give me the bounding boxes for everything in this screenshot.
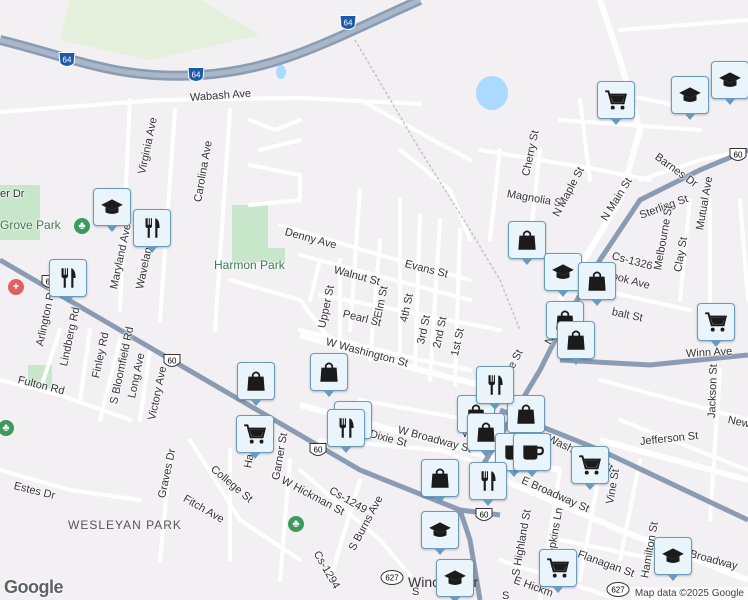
grocery-cart-icon xyxy=(705,312,727,332)
hospital-poi-icon[interactable]: + xyxy=(8,279,24,295)
park-label: Grove Park xyxy=(0,218,61,232)
svg-text:627: 627 xyxy=(385,574,399,583)
school-icon xyxy=(679,87,701,103)
restaurant-icon xyxy=(488,375,503,395)
street-label: S xyxy=(502,590,510,600)
shopping-bag-icon xyxy=(320,362,338,382)
shopping-bag-icon xyxy=(567,330,585,350)
grocery-cart-icon xyxy=(579,455,601,475)
us-60-shield: 60 xyxy=(308,442,328,465)
cafe-marker[interactable] xyxy=(513,433,551,477)
school-marker[interactable] xyxy=(93,188,131,232)
restaurant-icon xyxy=(481,471,496,491)
shopping-marker[interactable] xyxy=(237,362,275,406)
map-attribution[interactable]: Map data ©2025 Google xyxy=(630,587,748,600)
grocery-cart-icon xyxy=(547,558,569,578)
shopping-marker[interactable] xyxy=(421,459,459,503)
route-627-shield: 627 xyxy=(380,570,404,591)
grocery-cart-icon xyxy=(244,424,266,444)
grocery-marker[interactable] xyxy=(697,303,735,347)
us-60-shield: 60 xyxy=(728,147,748,170)
street-label: Winn Ave xyxy=(685,345,733,360)
restaurant-marker[interactable] xyxy=(49,259,87,303)
grocery-marker[interactable] xyxy=(597,81,635,125)
shopping-marker[interactable] xyxy=(508,221,546,265)
school-icon xyxy=(101,199,123,215)
shopping-bag-icon xyxy=(588,271,606,291)
school-icon xyxy=(552,264,574,280)
restaurant-marker[interactable] xyxy=(133,209,171,253)
school-marker[interactable] xyxy=(421,511,459,555)
map-canvas[interactable]: Wabash Ave Virginia Ave Carolina Ave Den… xyxy=(0,0,748,600)
park-label: Harmon Park xyxy=(214,258,285,272)
park-poi-icon[interactable]: ♣ xyxy=(288,516,304,532)
grocery-marker[interactable] xyxy=(539,549,577,593)
shopping-bag-icon xyxy=(518,230,536,250)
restaurant-icon xyxy=(145,218,160,238)
school-icon xyxy=(444,570,466,586)
svg-text:64: 64 xyxy=(344,19,353,28)
grocery-marker[interactable] xyxy=(571,446,609,490)
svg-text:64: 64 xyxy=(63,56,72,65)
restaurant-marker[interactable] xyxy=(469,462,507,506)
restaurant-marker[interactable] xyxy=(476,366,514,410)
grocery-cart-icon xyxy=(605,90,627,110)
shopping-bag-icon xyxy=(431,468,449,488)
interstate-64-shield: 64 xyxy=(186,65,206,90)
pond-large xyxy=(476,76,508,110)
shopping-bag-icon xyxy=(517,404,535,424)
restaurant-marker[interactable] xyxy=(327,409,365,453)
school-marker[interactable] xyxy=(544,253,582,297)
school-marker[interactable] xyxy=(436,559,474,600)
school-icon xyxy=(719,72,741,88)
park-poi-icon[interactable]: ♣ xyxy=(74,218,90,234)
svg-text:60: 60 xyxy=(168,357,177,366)
school-marker[interactable] xyxy=(711,61,748,105)
route-627-shield: 627 xyxy=(606,582,630,600)
us-60-shield: 60 xyxy=(474,507,494,530)
svg-text:60: 60 xyxy=(734,151,743,160)
school-icon xyxy=(662,548,684,564)
pond-small xyxy=(276,65,286,79)
shopping-marker[interactable] xyxy=(310,353,348,397)
svg-text:64: 64 xyxy=(192,71,201,80)
green-area-nw xyxy=(60,0,260,60)
google-logo: Google xyxy=(4,577,64,597)
grocery-marker[interactable] xyxy=(236,415,274,459)
shopping-marker[interactable] xyxy=(578,262,616,306)
school-icon xyxy=(429,522,451,538)
harmon-park-area xyxy=(232,205,285,262)
street-label: Jackson St xyxy=(706,364,720,419)
shopping-marker[interactable] xyxy=(557,321,595,365)
neighborhood-label: WESLEYAN PARK xyxy=(68,518,182,532)
restaurant-icon xyxy=(61,268,76,288)
shopping-bag-icon xyxy=(247,371,265,391)
coffee-cup-icon xyxy=(523,445,544,460)
school-marker[interactable] xyxy=(671,76,709,120)
us-60-shield: 60 xyxy=(162,353,182,376)
interstate-64-shield: 64 xyxy=(57,50,77,75)
restaurant-icon xyxy=(339,418,354,438)
school-marker[interactable] xyxy=(654,537,692,581)
svg-text:627: 627 xyxy=(611,586,625,595)
interstate-64-shield: 64 xyxy=(338,13,358,38)
street-label: er Dr xyxy=(0,188,25,200)
svg-text:60: 60 xyxy=(314,446,323,455)
svg-text:60: 60 xyxy=(480,511,489,520)
